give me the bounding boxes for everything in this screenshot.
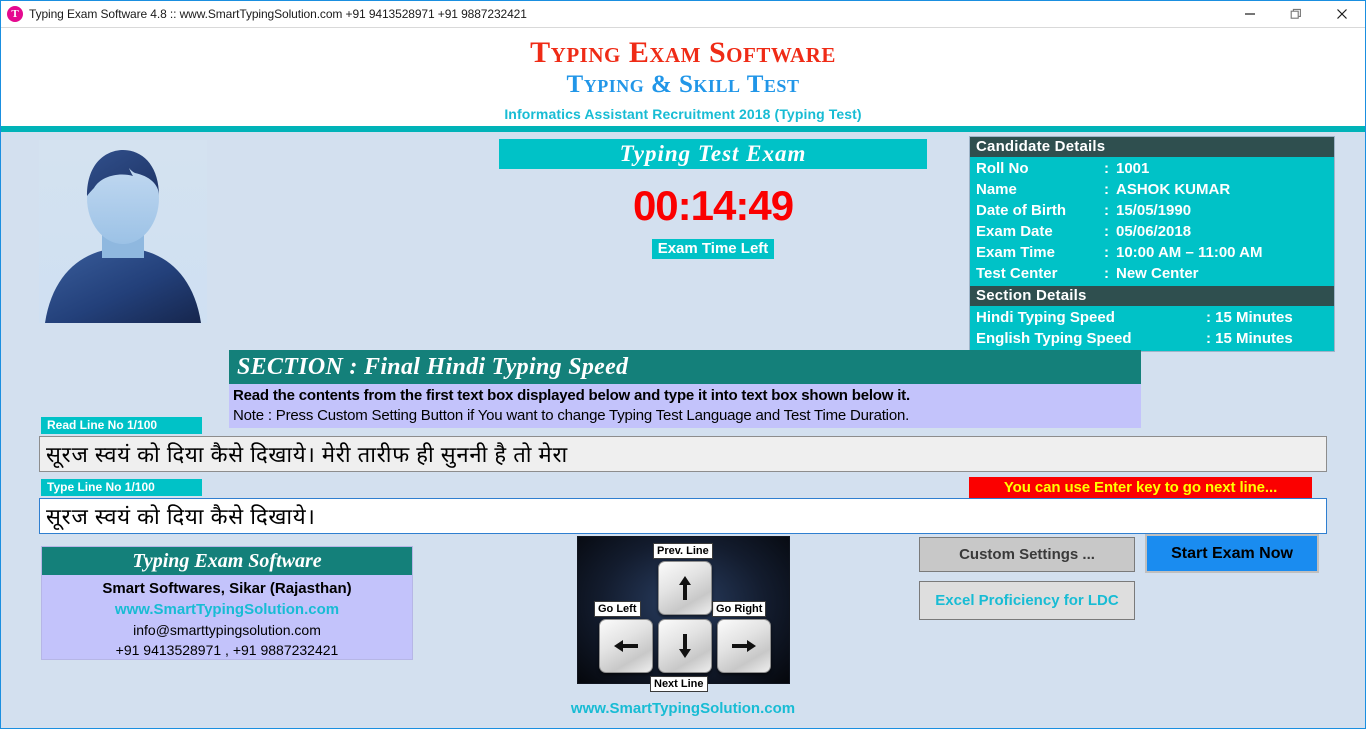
next-line-key-label: Next Line [650,676,708,692]
field-separator: : [1104,202,1109,219]
company-info-title: Typing Exam Software [42,547,412,575]
company-info-box: Typing Exam Software Smart Softwares, Si… [41,546,413,660]
field-label: English Typing Speed [976,330,1132,347]
prev-line-key-label: Prev. Line [653,543,713,559]
candidate-details-body: Roll No : 1001 Name : ASHOK KUMAR Date o… [970,157,1334,286]
field-value: 1001 [1116,160,1150,177]
application-window: T Typing Exam Software 4.8 :: www.SmartT… [0,0,1366,729]
exam-timer: 00:14:49 [632,182,794,229]
avatar [39,140,207,323]
candidate-details-panel: Candidate Details Roll No : 1001 Name : … [969,136,1335,352]
start-exam-button[interactable]: Start Exam Now [1145,534,1319,573]
table-row: Exam Time : 10:00 AM – 11:00 AM [970,242,1334,263]
field-label: Hindi Typing Speed [976,309,1115,326]
field-label: Exam Date [976,223,1053,240]
excel-proficiency-button[interactable]: Excel Proficiency for LDC [919,581,1135,620]
table-row: Exam Date : 05/06/2018 [970,221,1334,242]
field-value: 05/06/2018 [1116,223,1192,240]
app-header: Typing Exam Software Typing & Skill Test… [1,28,1365,132]
app-logo-icon: T [7,6,23,22]
exam-name: Informatics Assistant Recruitment 2018 (… [504,106,862,122]
brand-title: Typing Exam Software [530,36,836,69]
exam-banner: Typing Test Exam [499,139,927,169]
company-email: info@smarttypingsolution.com [133,622,321,638]
field-separator: : [1104,244,1109,261]
title-bar: T Typing Exam Software 4.8 :: www.SmartT… [1,1,1365,28]
footer-website[interactable]: www.SmartTypingSolution.com [1,700,1365,717]
arrow-left-icon [599,619,653,673]
read-line-counter: Read Line No 1/100 [41,417,202,434]
restore-icon[interactable] [1273,1,1319,28]
field-label: Exam Time [976,244,1055,261]
company-info-body: Smart Softwares, Sikar (Rajasthan) www.S… [42,575,412,659]
main-content: Typing Test Exam 00:14:49 Exam Time Left… [1,132,1365,722]
field-value: 15/05/1990 [1116,202,1192,219]
close-icon[interactable] [1319,1,1365,28]
exam-timer-label-wrap: Exam Time Left [499,239,927,259]
arrow-right-icon [717,619,771,673]
field-value: : 15 Minutes [1206,309,1293,326]
section-details-title: Section Details [970,286,1334,306]
table-row: English Typing Speed : 15 Minutes [970,328,1334,349]
field-value: 10:00 AM – 11:00 AM [1116,244,1263,261]
arrow-down-icon [658,619,712,673]
minimize-icon[interactable] [1227,1,1273,28]
table-row: Date of Birth : 15/05/1990 [970,200,1334,221]
arrow-up-icon [658,561,712,615]
type-line-counter: Type Line No 1/100 [41,479,202,496]
instruction-line-2: Note : Press Custom Setting Button if Yo… [233,407,910,424]
field-separator: : [1104,160,1109,177]
table-row: Name : ASHOK KUMAR [970,179,1334,200]
company-website[interactable]: www.SmartTypingSolution.com [42,599,412,620]
field-label: Roll No [976,160,1029,177]
instructions-panel: Read the contents from the first text bo… [229,384,1141,428]
window-controls [1227,1,1365,28]
window-title: Typing Exam Software 4.8 :: www.SmartTyp… [29,7,527,21]
typing-input[interactable]: सूरज स्वयं को दिया कैसे दिखाये। [39,498,1327,534]
enter-key-hint: You can use Enter key to go next line... [969,477,1312,498]
field-separator: : [1104,181,1109,198]
custom-settings-button[interactable]: Custom Settings ... [919,537,1135,572]
company-phone: +91 9413528971 , +91 9887232421 [115,642,339,658]
field-value: : 15 Minutes [1206,330,1293,347]
typed-text: सूरज स्वयं को दिया कैसे दिखाये। [46,504,316,529]
section-details-body: Hindi Typing Speed : 15 Minutes English … [970,306,1334,351]
instruction-line-1: Read the contents from the first text bo… [233,387,910,404]
field-label: Name [976,181,1017,198]
field-value: New Center [1116,265,1199,282]
go-left-key-label: Go Left [594,601,641,617]
field-label: Date of Birth [976,202,1066,219]
read-text: सूरज स्वयं को दिया कैसे दिखाये। मेरी तार… [46,442,569,467]
exam-timer-label: Exam Time Left [651,239,775,259]
section-title-bar: SECTION : Final Hindi Typing Speed [229,350,1141,384]
field-separator: : [1104,223,1109,240]
app-logo-letter: T [11,8,19,20]
table-row: Test Center : New Center [970,263,1334,284]
company-name: Smart Softwares, Sikar (Rajasthan) [102,580,352,597]
read-text-box: सूरज स्वयं को दिया कैसे दिखाये। मेरी तार… [39,436,1327,472]
candidate-details-title: Candidate Details [970,137,1334,157]
brand-subtitle: Typing & Skill Test [566,71,800,98]
table-row: Hindi Typing Speed : 15 Minutes [970,307,1334,328]
go-right-key-label: Go Right [712,601,767,617]
field-value: ASHOK KUMAR [1116,181,1231,198]
field-label: Test Center [976,265,1058,282]
arrow-keys-diagram: Prev. Line Go Left Next Line Go Right [577,536,790,692]
table-row: Roll No : 1001 [970,158,1334,179]
field-separator: : [1104,265,1109,282]
